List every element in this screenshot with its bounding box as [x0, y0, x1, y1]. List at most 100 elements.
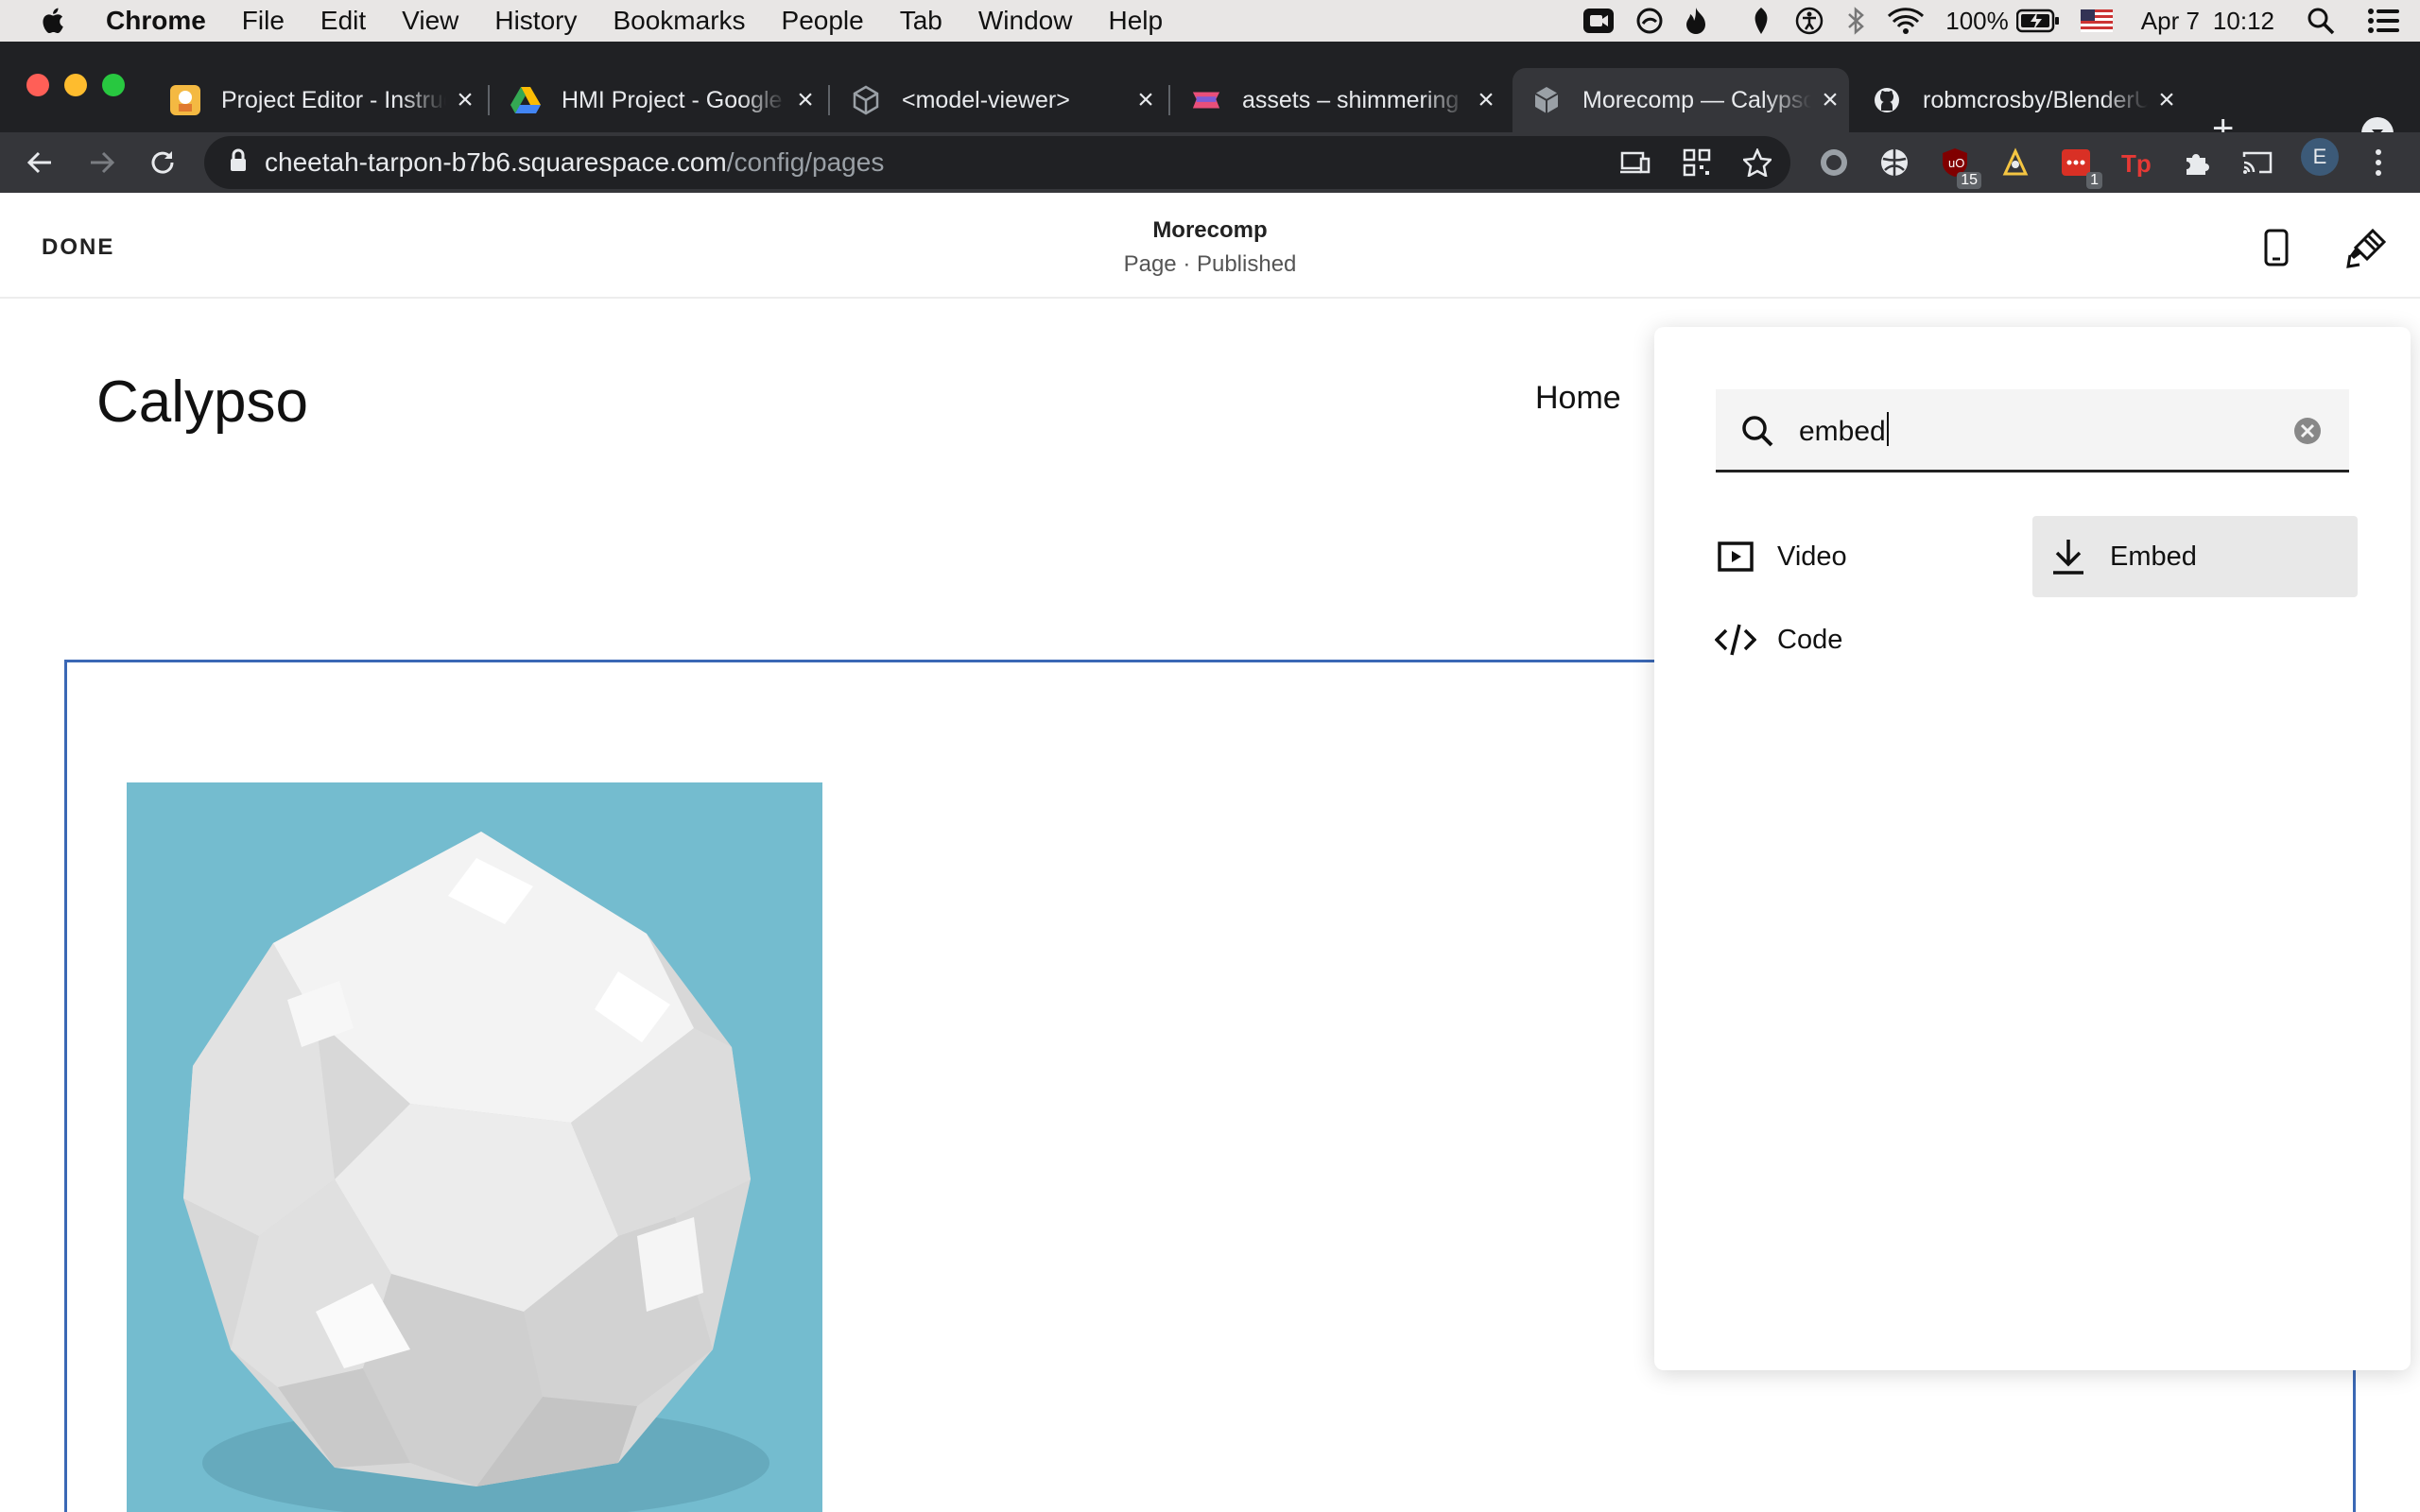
close-tab-icon[interactable]: ×	[2148, 84, 2186, 116]
minimize-window-button[interactable]	[64, 74, 87, 96]
glitch-favicon-icon	[1191, 85, 1221, 115]
svg-text:uO: uO	[1948, 156, 1964, 170]
apple-logo-icon[interactable]	[38, 5, 70, 37]
cast-icon[interactable]	[2238, 144, 2276, 181]
block-search-field[interactable]: embed	[1716, 389, 2349, 472]
menu-edit[interactable]: Edit	[320, 6, 366, 36]
menu-help[interactable]: Help	[1108, 6, 1163, 36]
option-code[interactable]: Code	[1715, 599, 1998, 680]
forward-arrow-icon[interactable]	[83, 144, 121, 181]
done-button[interactable]: DONE	[42, 234, 114, 261]
tab-title: HMI Project - Google Drive	[562, 86, 786, 113]
window-controls	[26, 74, 140, 96]
image-block[interactable]	[127, 782, 822, 1512]
site-title[interactable]: Calypso	[96, 369, 308, 436]
camera-icon[interactable]	[1582, 0, 1615, 42]
address-bar[interactable]: cheetah-tarpon-b7b6.squarespace.com/conf…	[204, 136, 1790, 189]
menu-app-name[interactable]: Chrome	[106, 6, 206, 36]
qr-code-icon[interactable]	[1683, 148, 1711, 177]
tab-separator	[1168, 85, 1170, 115]
profile-avatar[interactable]: E	[2301, 138, 2339, 176]
tab-hmi-project[interactable]: HMI Project - Google Drive ×	[492, 68, 824, 132]
search-input[interactable]: embed	[1799, 412, 1889, 448]
close-tab-icon[interactable]: ×	[1127, 84, 1165, 116]
extension-todo-icon[interactable]: 1	[2057, 144, 2102, 189]
menu-window[interactable]: Window	[978, 6, 1073, 36]
insert-block-panel: embed Video Embed Code	[1654, 327, 2411, 1370]
tab-github[interactable]: robmcrosby/BlenderUSDZ ×	[1853, 68, 2186, 132]
menu-view[interactable]: View	[402, 6, 458, 36]
design-brush-icon[interactable]	[2344, 225, 2390, 270]
text-caret	[1886, 412, 1889, 446]
menu-history[interactable]: History	[494, 6, 577, 36]
download-icon	[2048, 536, 2089, 577]
menu-file[interactable]: File	[242, 6, 285, 36]
tab-model-viewer[interactable]: <model-viewer> ×	[832, 68, 1165, 132]
search-icon	[1740, 414, 1774, 453]
tab-assets[interactable]: assets – shimmering ×	[1172, 68, 1505, 132]
screen: Chrome File Edit View History Bookmarks …	[0, 0, 2420, 1512]
reload-icon[interactable]	[144, 144, 182, 181]
cube-icon	[851, 85, 881, 115]
nav-link-home[interactable]: Home	[1535, 380, 1621, 417]
menu-bookmarks[interactable]: Bookmarks	[613, 6, 745, 36]
extension-ball-icon[interactable]	[1876, 144, 1913, 181]
bookmark-star-icon[interactable]	[1743, 148, 1772, 177]
tab-project-editor[interactable]: Project Editor - Instructables ×	[151, 68, 484, 132]
extension-badge: 1	[2086, 172, 2102, 189]
url-text: cheetah-tarpon-b7b6.squarespace.com/conf…	[265, 147, 884, 178]
close-tab-icon[interactable]: ×	[1467, 84, 1505, 116]
option-label: Code	[1777, 624, 1843, 655]
github-icon	[1872, 85, 1902, 115]
menu-people[interactable]: People	[782, 6, 864, 36]
mobile-preview-icon[interactable]	[2254, 225, 2299, 270]
code-icon	[1715, 619, 1756, 661]
battery-charging-icon[interactable]	[2015, 0, 2060, 42]
option-video[interactable]: Video	[1715, 516, 1998, 597]
control-center-icon[interactable]	[2367, 0, 2401, 42]
wifi-icon[interactable]	[1887, 0, 1925, 42]
maximize-window-button[interactable]	[102, 74, 125, 96]
tab-title: <model-viewer>	[902, 86, 1070, 113]
clear-search-icon[interactable]	[2292, 416, 2323, 451]
flame-icon[interactable]	[1685, 0, 1707, 42]
close-tab-icon[interactable]: ×	[786, 84, 824, 116]
bluetooth-icon[interactable]	[1845, 0, 1866, 42]
back-arrow-icon[interactable]	[21, 144, 59, 181]
tab-title: Morecomp — Calypso	[1582, 86, 1811, 113]
accessibility-icon[interactable]	[1794, 0, 1824, 42]
url-path: /config/pages	[726, 147, 885, 177]
option-embed[interactable]: Embed	[2032, 516, 2358, 597]
svg-text:Tp: Tp	[2121, 149, 2152, 177]
extension-tp-icon[interactable]: Tp	[2118, 144, 2155, 181]
clock-date[interactable]: Apr 7	[2141, 0, 2200, 42]
omnibox-actions	[1588, 136, 1772, 189]
sync-icon[interactable]	[1635, 0, 1664, 42]
tab-title: assets – shimmering	[1242, 86, 1460, 113]
extensions-puzzle-icon[interactable]	[2178, 144, 2216, 181]
extension-grammar-icon[interactable]	[1815, 144, 1853, 181]
google-drive-icon	[510, 85, 541, 115]
site-name: Morecomp	[1152, 217, 1268, 243]
page-info: Morecomp Page · Published	[1021, 217, 1399, 278]
polyhedron-image	[183, 832, 769, 1512]
spotlight-search-icon[interactable]	[2307, 0, 2335, 42]
menu-tab[interactable]: Tab	[900, 6, 942, 36]
lock-icon[interactable]	[229, 148, 248, 178]
clock-time[interactable]: 10:12	[2213, 0, 2274, 42]
install-app-icon[interactable]	[1620, 149, 1651, 176]
tab-morecomp-active[interactable]: Morecomp — Calypso ×	[1512, 68, 1849, 132]
status-area: 100% Apr 7 10:12	[1562, 0, 2420, 42]
close-tab-icon[interactable]: ×	[446, 84, 484, 116]
close-tab-icon[interactable]: ×	[1811, 84, 1849, 116]
tab-title: Project Editor - Instructables	[221, 86, 446, 113]
url-host: cheetah-tarpon-b7b6.squarespace.com	[265, 147, 727, 177]
tab-separator	[828, 85, 830, 115]
leaf-icon[interactable]	[1749, 0, 1773, 42]
close-window-button[interactable]	[26, 74, 49, 96]
us-flag-icon[interactable]	[2080, 0, 2113, 42]
extension-ublock-icon[interactable]: uO 15	[1936, 144, 1981, 189]
extension-person-icon[interactable]	[1996, 144, 2034, 181]
chrome-menu-dots-icon[interactable]	[2360, 144, 2397, 181]
option-label: Embed	[2110, 541, 2197, 572]
